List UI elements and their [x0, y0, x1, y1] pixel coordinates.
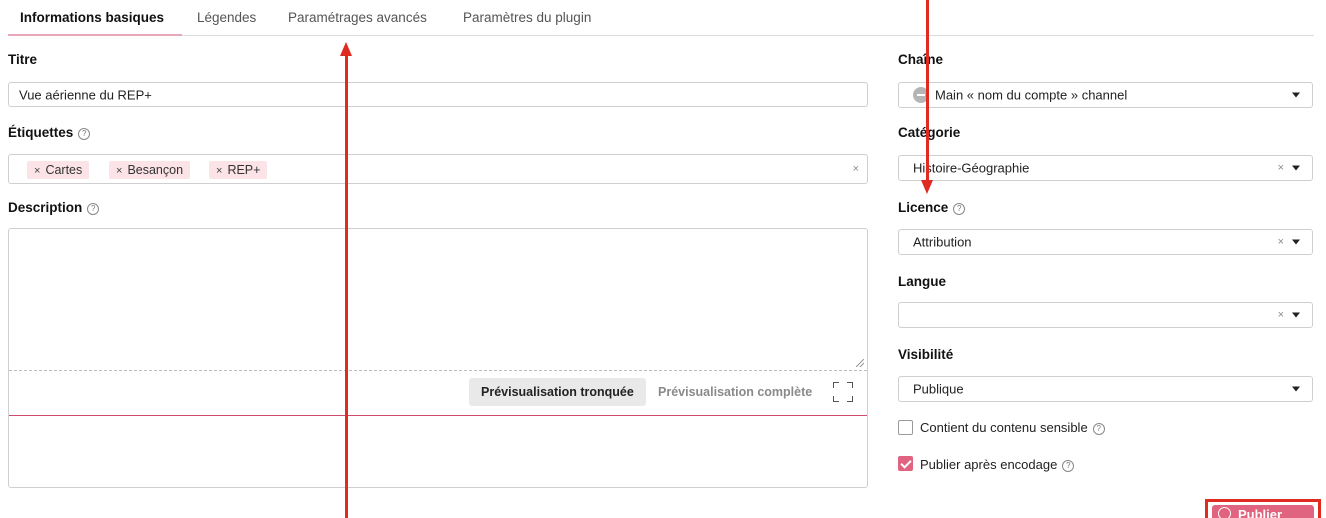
channel-select[interactable]: Main « nom du compte » channel	[898, 82, 1313, 108]
help-icon[interactable]: ?	[87, 203, 100, 215]
title-input[interactable]: Vue aérienne du REP+	[8, 82, 868, 107]
channel-label: Chaîne	[898, 52, 944, 67]
tab-bar: Informations basiques Légendes Paramétra…	[8, 0, 1314, 36]
preview-truncated-button[interactable]: Prévisualisation tronquée	[469, 378, 646, 406]
help-icon[interactable]: ?	[953, 203, 966, 215]
tags-label-group: Étiquettes?	[8, 125, 91, 140]
title-value: Vue aérienne du REP+	[19, 87, 152, 102]
help-icon[interactable]: ?	[78, 128, 91, 140]
annotation-arrow-line	[345, 56, 348, 518]
chevron-down-icon[interactable]	[1292, 239, 1300, 245]
sensitive-content-label: Contient du contenu sensible	[920, 420, 1088, 435]
licence-label-group: Licence?	[898, 200, 966, 215]
description-label: Description	[8, 200, 83, 215]
annotation-arrowhead-down	[921, 180, 933, 194]
annotation-arrowhead-up	[340, 42, 352, 56]
visibility-select[interactable]: Publique	[898, 376, 1313, 402]
clear-tags-icon[interactable]: ×	[853, 163, 859, 175]
tab-legendes[interactable]: Légendes	[197, 10, 256, 25]
publish-after-encoding-label: Publier après encodage	[920, 457, 1058, 472]
publish-after-encoding-checkbox[interactable]	[898, 456, 913, 471]
channel-value: Main « nom du compte » channel	[935, 87, 1128, 103]
tag-label: Besançon	[127, 163, 184, 177]
licence-value: Attribution	[913, 234, 972, 250]
clear-category-icon[interactable]: ×	[1278, 162, 1284, 174]
clear-licence-icon[interactable]: ×	[1278, 236, 1284, 248]
description-textarea[interactable]	[9, 229, 867, 369]
category-value: Histoire-Géographie	[913, 160, 1030, 176]
tag-chip: × Besançon	[109, 161, 191, 179]
category-label: Catégorie	[898, 125, 961, 140]
resize-handle-icon[interactable]	[856, 359, 864, 367]
licence-select[interactable]: Attribution ×	[898, 229, 1313, 255]
sensitive-content-checkbox[interactable]	[898, 420, 913, 435]
annotation-arrow-line	[926, 0, 929, 182]
licence-label: Licence	[898, 200, 949, 215]
active-tab-indicator	[8, 34, 182, 36]
visibility-label: Visibilité	[898, 347, 954, 362]
chevron-down-icon[interactable]	[1292, 312, 1300, 318]
tag-remove-icon[interactable]: ×	[116, 165, 122, 177]
description-editor: Prévisualisation tronquée Prévisualisati…	[8, 228, 868, 488]
tab-parametres-plugin[interactable]: Paramètres du plugin	[463, 10, 591, 25]
description-label-group: Description?	[8, 200, 100, 215]
publish-after-encoding-label-group: Publier après encodage?	[920, 457, 1075, 472]
clear-language-icon[interactable]: ×	[1278, 309, 1284, 321]
sensitive-content-label-group: Contient du contenu sensible?	[920, 420, 1105, 435]
chevron-down-icon[interactable]	[1292, 386, 1300, 392]
tags-label: Étiquettes	[8, 125, 74, 140]
visibility-value: Publique	[913, 381, 964, 397]
highlight-box	[1205, 499, 1321, 518]
tab-parametrages-avances[interactable]: Paramétrages avancés	[288, 10, 427, 25]
tag-chip: × Cartes	[27, 161, 90, 179]
language-label: Langue	[898, 274, 947, 289]
tags-input[interactable]: × Cartes × Besançon × REP+ ×	[8, 154, 868, 184]
chevron-down-icon[interactable]	[1292, 165, 1300, 171]
tag-chip: × REP+	[209, 161, 268, 179]
tag-label: Cartes	[45, 163, 83, 177]
editor-divider	[9, 370, 867, 371]
category-select[interactable]: Histoire-Géographie ×	[898, 155, 1313, 181]
help-icon[interactable]: ?	[1092, 423, 1105, 435]
tag-remove-icon[interactable]: ×	[216, 165, 222, 177]
fullscreen-icon[interactable]	[833, 382, 853, 402]
tab-informations-basiques[interactable]: Informations basiques	[20, 10, 164, 25]
language-select[interactable]: ×	[898, 302, 1313, 328]
title-label: Titre	[8, 52, 38, 67]
preview-full-button[interactable]: Prévisualisation complète	[646, 378, 824, 406]
chevron-down-icon[interactable]	[1292, 92, 1300, 98]
help-icon[interactable]: ?	[1062, 460, 1075, 472]
tag-remove-icon[interactable]: ×	[34, 165, 40, 177]
tag-label: REP+	[227, 163, 261, 177]
description-preview-area	[9, 416, 867, 487]
